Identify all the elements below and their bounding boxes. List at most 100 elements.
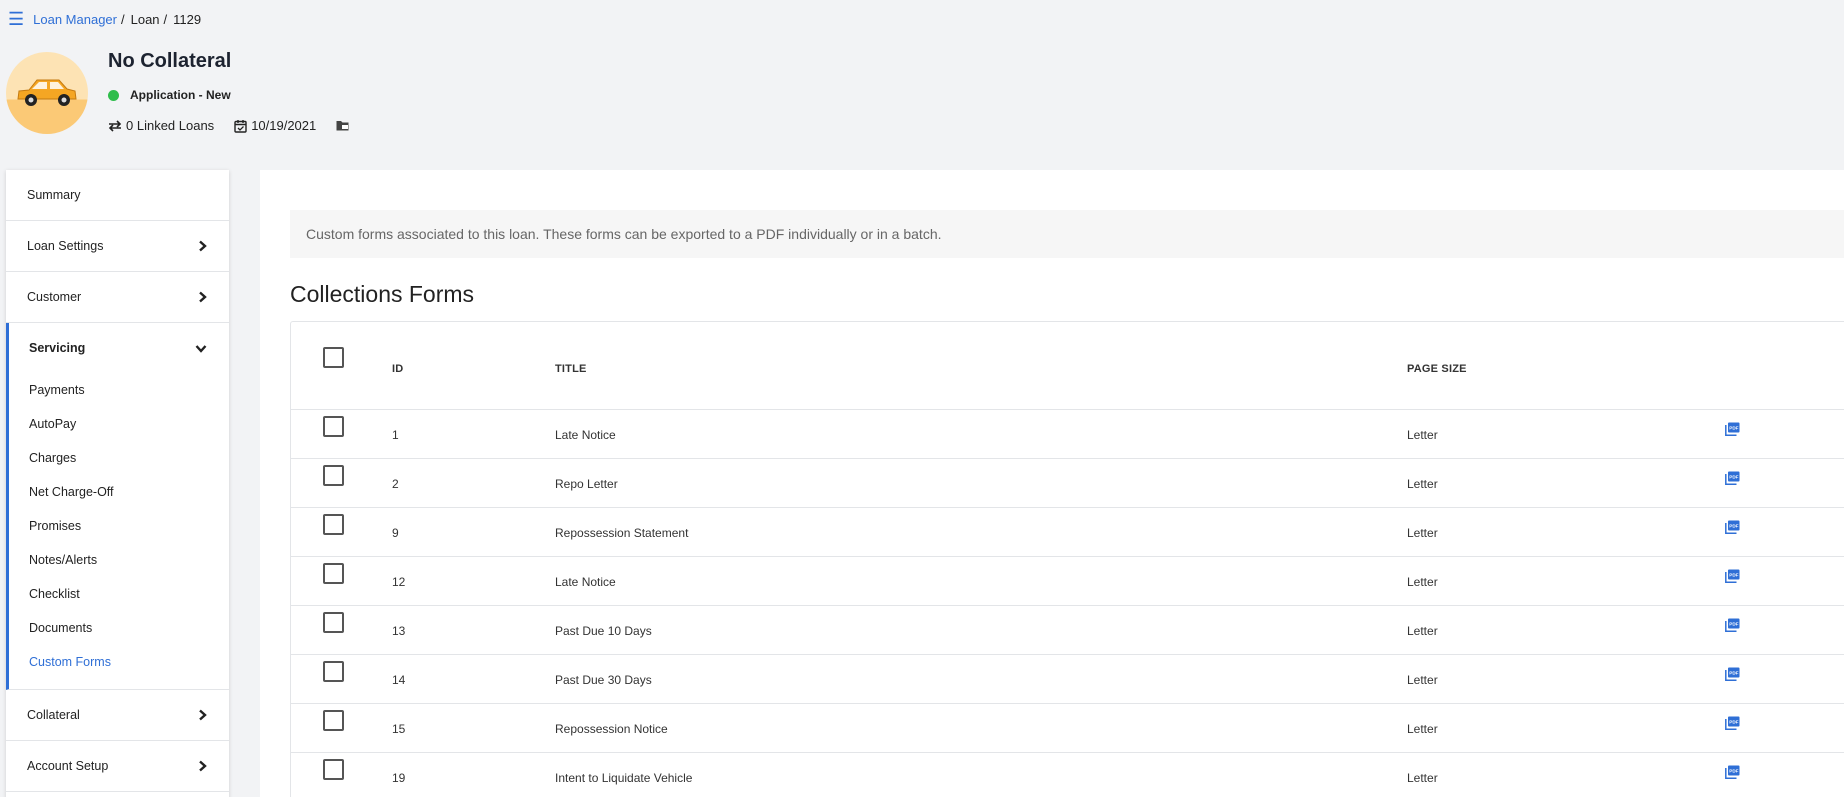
car-icon [17,79,77,106]
sidebar-item-label: Customer [27,290,82,304]
avatar [6,52,88,134]
page-title: No Collateral [108,50,232,72]
svg-text:PDF: PDF [1729,573,1738,578]
breadcrumb-separator: / [120,11,125,27]
loan-date: 10/19/2021 [234,118,316,133]
row-checkbox[interactable] [323,416,344,437]
table-row: 14 Past Due 30 Days Letter PDF [291,655,1844,704]
chevron-right-icon [198,709,207,721]
row-checkbox[interactable] [323,661,344,682]
linked-loans-label: 0 Linked Loans [126,118,215,133]
info-text: Custom forms associated to this loan. Th… [306,226,942,242]
row-title: Repossession Notice [555,722,668,736]
pdf-export-icon[interactable]: PDF [1725,667,1740,681]
folder-icon [336,120,349,131]
column-header-title[interactable]: TITLE [555,363,587,375]
chevron-down-icon [195,344,207,353]
row-page-size: Letter [1407,624,1438,638]
row-id: 1 [392,428,399,442]
status-dot-icon [108,89,119,101]
row-checkbox[interactable] [323,563,344,584]
table-row: 15 Repossession Notice Letter PDF [291,704,1844,753]
sidebar-item-charges[interactable]: Charges [9,441,229,475]
row-title: Intent to Liquidate Vehicle [555,771,693,785]
row-title: Repo Letter [555,477,618,491]
sidebar-item-label: Account Setup [27,759,109,773]
table-row: 13 Past Due 10 Days Letter PDF [291,606,1844,655]
chevron-right-icon [198,240,207,252]
row-checkbox[interactable] [323,612,344,633]
select-all-checkbox[interactable] [323,347,344,368]
svg-text:PDF: PDF [1729,769,1738,774]
sidebar-item-notes-alerts[interactable]: Notes/Alerts [9,543,229,577]
svg-text:PDF: PDF [1729,622,1738,627]
sidebar-group-servicing: Servicing Payments AutoPay Charges Net C… [6,323,229,690]
row-title: Repossession Statement [555,526,689,540]
hamburger-icon[interactable]: ☰ [8,10,24,28]
breadcrumb: ☰ Loan Manager / Loan / 1129 [8,10,201,28]
sidebar-item-label: Collateral [27,708,80,722]
pdf-export-icon[interactable]: PDF [1725,618,1740,632]
forms-table: ID TITLE PAGE SIZE 1 Late Notice Letter … [290,321,1844,797]
svg-text:PDF: PDF [1729,720,1738,725]
sidebar-item-documents[interactable]: Documents [9,611,229,645]
pdf-export-icon[interactable]: PDF [1725,520,1740,534]
pdf-export-icon[interactable]: PDF [1725,765,1740,779]
sidebar-item-autopay[interactable]: AutoPay [9,407,229,441]
column-header-page-size[interactable]: PAGE SIZE [1407,363,1467,375]
row-id: 14 [392,673,406,687]
sidebar-item-payments[interactable]: Payments [9,373,229,407]
table-header: ID TITLE PAGE SIZE [291,322,1844,410]
sidebar-item-summary[interactable]: Summary [6,170,229,221]
row-checkbox[interactable] [323,759,344,780]
folder-button[interactable] [336,120,353,131]
sidebar: Summary Loan Settings Customer Servicing… [6,170,229,797]
sidebar-item-custom-forms[interactable]: Custom Forms [9,645,229,679]
breadcrumb-loan-manager-link[interactable]: Loan Manager [33,12,117,27]
pdf-export-icon[interactable]: PDF [1725,422,1740,436]
breadcrumb-loan: Loan [130,11,160,27]
sidebar-item-loan-settings[interactable]: Loan Settings [6,221,229,272]
sidebar-item-label: Summary [27,188,81,202]
column-header-id[interactable]: ID [392,363,403,375]
row-page-size: Letter [1407,771,1438,785]
svg-text:PDF: PDF [1729,475,1738,480]
row-checkbox[interactable] [323,465,344,486]
row-checkbox[interactable] [323,710,344,731]
row-id: 15 [392,722,406,736]
sidebar-item-label: Loan Settings [27,239,104,253]
table-row: 19 Intent to Liquidate Vehicle Letter PD… [291,753,1844,797]
sidebar-item-label: Servicing [29,341,86,355]
pdf-export-icon[interactable]: PDF [1725,716,1740,730]
sidebar-item-customer[interactable]: Customer [6,272,229,323]
row-page-size: Letter [1407,428,1438,442]
row-page-size: Letter [1407,575,1438,589]
pdf-export-icon[interactable]: PDF [1725,471,1740,485]
sidebar-item-account-setup[interactable]: Account Setup [6,741,229,792]
main-content: Custom forms associated to this loan. Th… [260,170,1844,797]
section-title: Collections Forms [290,281,475,307]
row-id: 9 [392,526,399,540]
svg-text:PDF: PDF [1729,426,1738,431]
linked-loans[interactable]: 0 Linked Loans [108,118,214,133]
sidebar-item-net-charge-off[interactable]: Net Charge-Off [9,475,229,509]
table-row: 9 Repossession Statement Letter PDF [291,508,1844,557]
sidebar-item-servicing[interactable]: Servicing [9,323,229,373]
sidebar-item-promises[interactable]: Promises [9,509,229,543]
sidebar-item-checklist[interactable]: Checklist [9,577,229,611]
row-page-size: Letter [1407,722,1438,736]
row-checkbox[interactable] [323,514,344,535]
row-title: Past Due 30 Days [555,673,652,687]
sidebar-item-collateral[interactable]: Collateral [6,690,229,741]
row-page-size: Letter [1407,526,1438,540]
breadcrumb-loan-id: 1129 [173,11,202,27]
pdf-export-icon[interactable]: PDF [1725,569,1740,583]
loan-date-label: 10/19/2021 [251,118,317,133]
row-id: 2 [392,477,399,491]
row-id: 19 [392,771,406,785]
row-title: Late Notice [555,575,616,589]
row-page-size: Letter [1407,673,1438,687]
row-title: Late Notice [555,428,616,442]
table-row: 12 Late Notice Letter PDF [291,557,1844,606]
exchange-icon [108,119,122,132]
